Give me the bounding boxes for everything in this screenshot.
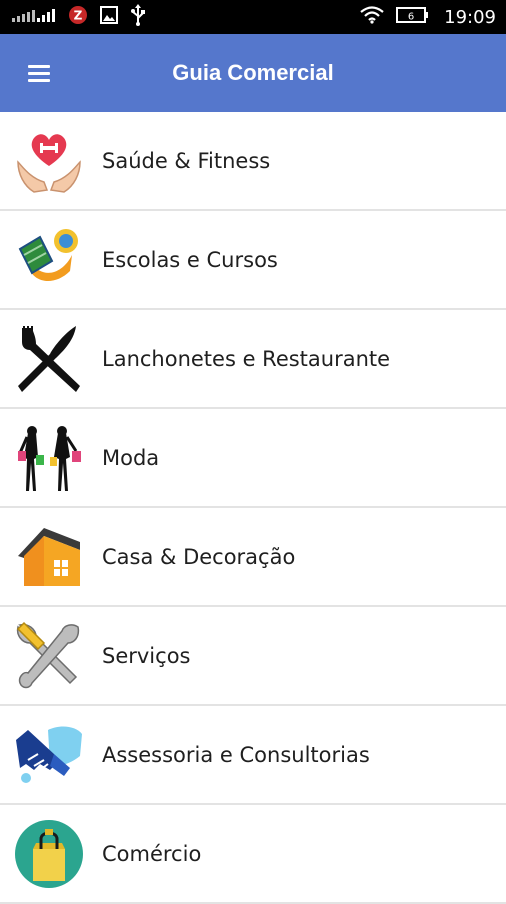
book-icon: [14, 225, 84, 295]
category-list: Saúde & Fitness Escolas e Cursos Lanchon…: [0, 112, 506, 904]
list-item-label: Casa & Decoração: [102, 544, 296, 569]
status-left: Z: [12, 3, 146, 31]
svg-text:6: 6: [408, 11, 414, 22]
list-item-servicos[interactable]: Serviços: [0, 607, 506, 706]
list-item-escolas-cursos[interactable]: Escolas e Cursos: [0, 211, 506, 310]
shopping-bag-icon: [14, 819, 84, 889]
list-item-label: Moda: [102, 445, 160, 470]
app-title: Guia Comercial: [172, 60, 334, 85]
menu-line: [28, 71, 50, 75]
battery-icon: 6: [396, 6, 430, 28]
signal-icon: [12, 7, 56, 28]
list-item-comercio[interactable]: Comércio: [0, 805, 506, 904]
svg-text:Z: Z: [74, 8, 83, 22]
list-item-label: Comércio: [102, 841, 202, 866]
app-bar: Guia Comercial: [0, 34, 506, 112]
status-right: 6 19:09: [360, 5, 496, 29]
fork-knife-icon: [14, 324, 84, 394]
tools-icon: [14, 621, 84, 691]
wifi-icon: [360, 5, 384, 29]
list-item-label: Assessoria e Consultorias: [102, 742, 370, 767]
list-item-label: Saúde & Fitness: [102, 148, 271, 173]
list-item-label: Escolas e Cursos: [102, 247, 278, 272]
status-time: 19:09: [444, 6, 496, 28]
list-item-saude-fitness[interactable]: Saúde & Fitness: [0, 112, 506, 211]
fashion-women-icon: [14, 423, 84, 493]
usb-icon: [130, 3, 146, 31]
list-item-moda[interactable]: Moda: [0, 409, 506, 508]
heart-hands-icon: [14, 126, 84, 196]
list-item-label: Serviços: [102, 643, 191, 668]
list-item-assessoria[interactable]: Assessoria e Consultorias: [0, 706, 506, 805]
notification-icon: Z: [68, 5, 88, 30]
menu-line: [28, 78, 50, 82]
list-item-lanchonetes[interactable]: Lanchonetes e Restaurante: [0, 310, 506, 409]
menu-line: [28, 64, 50, 68]
handshake-icon: [14, 720, 84, 790]
house-icon: [14, 522, 84, 592]
hamburger-menu-icon[interactable]: [22, 58, 58, 88]
list-item-casa-decoracao[interactable]: Casa & Decoração: [0, 508, 506, 607]
list-item-label: Lanchonetes e Restaurante: [102, 346, 391, 371]
image-icon: [100, 5, 118, 29]
status-bar: Z 6 19:09: [0, 0, 506, 34]
